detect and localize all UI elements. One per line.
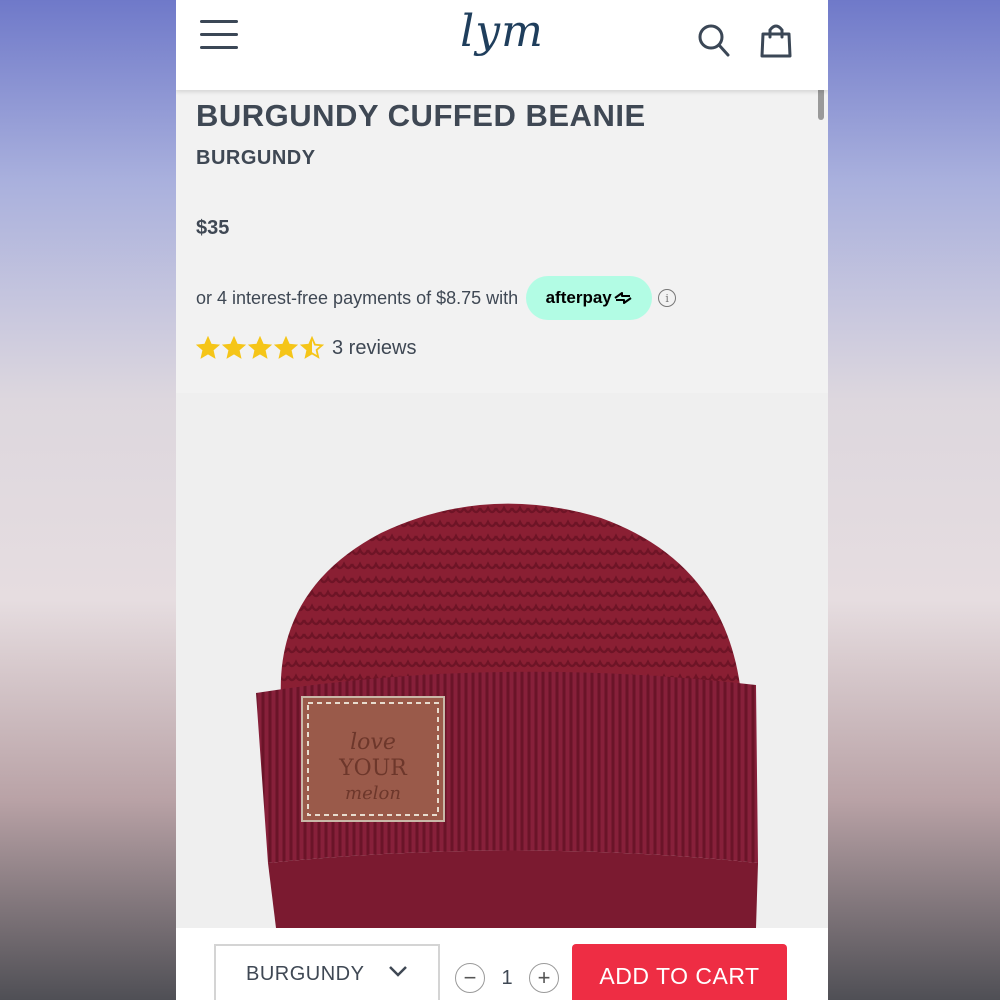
afterpay-row: or 4 interest-free payments of $8.75 wit… [196, 276, 677, 320]
add-to-cart-button[interactable]: ADD TO CART [572, 944, 787, 1000]
star-icon [248, 336, 272, 359]
variant-select-value: BURGUNDY [246, 962, 365, 985]
patch-line-3: melon [345, 783, 401, 804]
search-icon[interactable] [694, 20, 734, 60]
star-icon [196, 336, 220, 359]
variant-select[interactable]: BURGUNDY [214, 944, 440, 1000]
product-title: BURGUNDY CUFFED BEANIE [196, 98, 646, 133]
afterpay-label: afterpay [545, 288, 612, 307]
leather-patch: love YOUR melon [301, 696, 445, 822]
rating-row: 3 reviews [196, 334, 416, 362]
afterpay-badge[interactable]: afterpay [526, 276, 653, 320]
reviews-link[interactable]: 3 reviews [332, 337, 416, 360]
info-icon[interactable]: i [658, 289, 677, 307]
quantity-stepper: − 1 + [455, 958, 563, 998]
decrease-quantity-button[interactable]: − [455, 963, 485, 993]
star-rating [196, 336, 324, 360]
star-icon [222, 336, 246, 359]
patch-line-1: love [350, 730, 396, 755]
afterpay-text: or 4 interest-free payments of $8.75 wit… [196, 287, 519, 308]
product-variant: BURGUNDY [196, 147, 316, 169]
star-icon [274, 336, 298, 359]
increase-quantity-button[interactable]: + [529, 963, 559, 993]
afterpay-arrows-icon [614, 292, 632, 304]
site-header: lym [176, 0, 828, 90]
beanie-crown [280, 503, 741, 698]
quantity-value[interactable]: 1 [485, 967, 529, 990]
product-image[interactable]: love YOUR melon [176, 393, 828, 928]
purchase-bar: BURGUNDY − 1 + ADD TO CART [176, 928, 828, 1000]
chevron-down-icon [389, 966, 407, 977]
product-page: lym BURGUNDY CUFFED BEANIE BURGUNDY $35 … [176, 0, 828, 1000]
patch-line-2: YOUR [338, 756, 408, 781]
shopping-bag-icon[interactable] [756, 20, 796, 60]
product-price: $35 [196, 217, 230, 239]
star-icon [300, 336, 324, 359]
